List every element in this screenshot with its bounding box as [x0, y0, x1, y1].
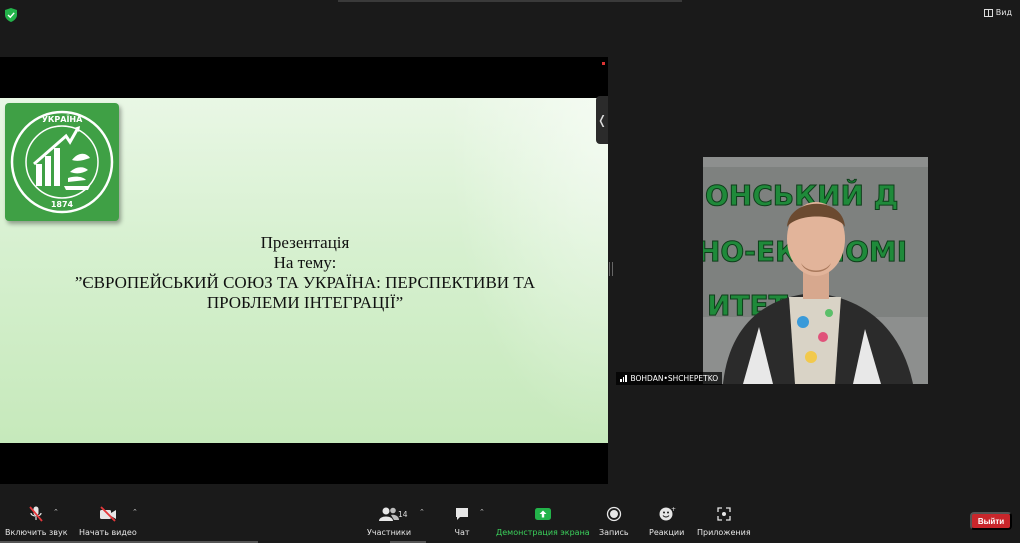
- share-screen-button[interactable]: Демонстрация экрана: [496, 505, 590, 537]
- logo-year-text: 1874: [51, 200, 74, 209]
- slide-line-presentation: Презентація: [260, 233, 350, 252]
- apps-icon: [716, 505, 732, 523]
- record-button[interactable]: Запись: [599, 505, 629, 537]
- record-label: Запись: [599, 528, 629, 537]
- university-logo: УКРАЇНА 1874: [5, 103, 119, 221]
- logo-top-text: УКРАЇНА: [42, 114, 83, 124]
- reactions-smiley-icon: +: [658, 505, 676, 523]
- chat-button[interactable]: Чат: [454, 505, 470, 537]
- reactions-label: Реакции: [649, 528, 685, 537]
- slide-line-title-2: ПРОБЛЕМИ ІНТЕГРАЦІЇ”: [206, 293, 404, 312]
- leave-meeting-button[interactable]: Выйти: [970, 512, 1012, 530]
- participant-video[interactable]: ОНСЬКИЙ Д НО-ЕКОНОМІ ИТЕТ: [703, 157, 928, 384]
- apps-button[interactable]: Приложения: [697, 505, 751, 537]
- security-shield-icon[interactable]: [5, 8, 17, 22]
- participant-name-tag: BOHDAN•SHCHEPETKO: [616, 372, 723, 385]
- participants-icon: [378, 505, 400, 523]
- shared-screen: УКРАЇНА 1874 Презентація На тему: ”ЄВРОП…: [0, 57, 608, 484]
- signal-strength-icon: [620, 375, 627, 382]
- collapse-panel-handle[interactable]: ❬: [596, 96, 608, 144]
- start-video-button[interactable]: Начать видео: [79, 505, 137, 537]
- mute-label: Включить звук: [5, 528, 68, 537]
- chevron-left-icon: ❬: [596, 113, 608, 127]
- chat-bubble-icon: [454, 505, 470, 523]
- view-button[interactable]: Вид: [983, 8, 1012, 17]
- slide-line-topic: На тему:: [273, 253, 337, 272]
- split-view-resize-grip[interactable]: [609, 262, 613, 276]
- reactions-button[interactable]: + Реакции: [649, 505, 684, 537]
- video-options-caret-icon[interactable]: ⌃: [132, 508, 138, 516]
- svg-text:+: +: [671, 506, 676, 513]
- microphone-muted-icon: [27, 505, 45, 523]
- share-screen-label: Демонстрация экрана: [496, 528, 590, 537]
- slide-line-title-1: ”ЄВРОПЕЙСЬКИЙ СОЮЗ ТА УКРАЇНА: ПЕРСПЕКТИ…: [74, 273, 536, 292]
- apps-label: Приложения: [697, 528, 751, 537]
- meeting-toolbar: Включить звук ⌃ Начать видео ⌃ Участники…: [0, 500, 1020, 543]
- participants-label: Участники: [367, 528, 412, 537]
- meeting-top-bar: Вид: [0, 0, 1020, 28]
- view-layout-icon: [983, 8, 993, 17]
- audio-options-caret-icon[interactable]: ⌃: [53, 508, 59, 516]
- participant-video-frame: ОНСЬКИЙ Д НО-ЕКОНОМІ ИТЕТ: [703, 157, 928, 384]
- participant-name: BOHDAN•SHCHEPETKO: [630, 374, 719, 383]
- top-accent-line: [338, 0, 682, 2]
- recording-indicator-dot: [602, 62, 605, 65]
- chat-label: Чат: [454, 528, 470, 537]
- view-label: Вид: [995, 8, 1012, 17]
- slide-text-block: Презентація На тему: ”ЄВРОПЕЙСЬКИЙ СОЮЗ …: [40, 233, 570, 313]
- participants-count: 14: [398, 510, 408, 519]
- start-video-label: Начать видео: [79, 528, 137, 537]
- chat-options-caret-icon[interactable]: ⌃: [479, 508, 485, 516]
- presentation-slide: УКРАЇНА 1874 Презентація На тему: ”ЄВРОП…: [0, 98, 608, 443]
- video-camera-off-icon: [98, 505, 118, 523]
- record-icon: [606, 505, 622, 523]
- participants-options-caret-icon[interactable]: ⌃: [419, 508, 425, 516]
- share-screen-icon: [534, 505, 552, 523]
